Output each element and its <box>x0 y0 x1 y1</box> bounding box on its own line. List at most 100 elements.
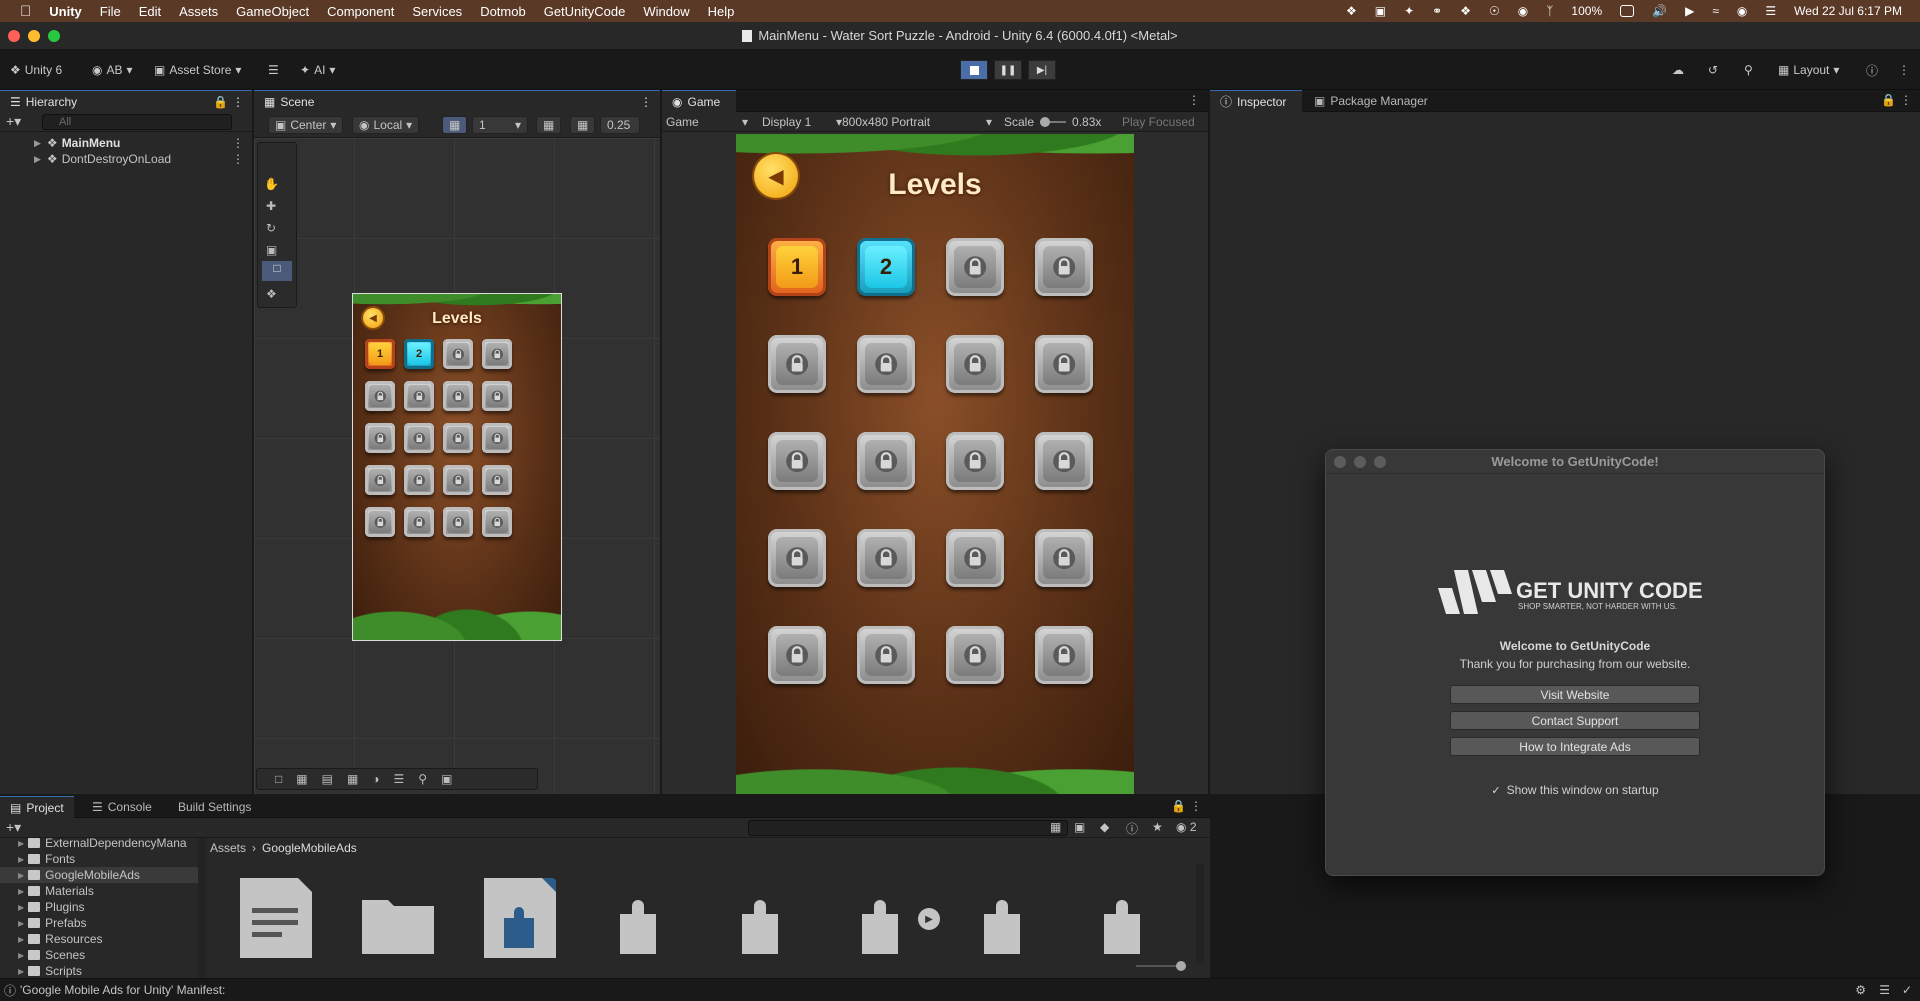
search-button[interactable]: ⚲ <box>1744 60 1753 80</box>
locked-level-button[interactable] <box>1035 335 1093 393</box>
scene-canvas-preview[interactable]: ◀ Levels 12 <box>352 293 562 641</box>
search-icon[interactable]: ⚲ <box>418 772 427 786</box>
locked-level-button[interactable] <box>946 529 1004 587</box>
game-mode-dropdown[interactable]: Game ▾ <box>666 115 748 129</box>
more-icon[interactable]: ⋮ <box>232 152 244 166</box>
locked-level-button[interactable] <box>857 626 915 684</box>
locked-level-button[interactable] <box>768 335 826 393</box>
tab-project[interactable]: ▤ Project <box>0 796 74 818</box>
rect-icon[interactable]: □ <box>275 772 282 786</box>
view-tool-icon[interactable]: ✋ <box>264 177 279 191</box>
add-icon[interactable]: +▾ <box>6 819 21 836</box>
locked-level-button[interactable] <box>365 507 395 537</box>
dropbox-icon[interactable]: ❖ <box>1460 4 1471 18</box>
level-button[interactable]: 2 <box>404 339 434 369</box>
stack-icon[interactable]: ☰ <box>1879 983 1890 997</box>
shading-icon[interactable]: ◑ <box>372 772 379 786</box>
how-to-integrate-ads-button[interactable]: How to Integrate Ads <box>1450 737 1700 756</box>
contact-support-button[interactable]: Contact Support <box>1450 711 1700 730</box>
volume-icon[interactable]: 🔊 <box>1652 4 1667 18</box>
ai-dropdown[interactable]: ✦ AI ▾ <box>300 60 335 80</box>
tag-icon[interactable]: ◆ <box>1100 820 1109 834</box>
more-icon[interactable]: ⋮ <box>232 95 244 109</box>
modal-minimize-button[interactable] <box>1354 456 1366 468</box>
locked-level-button[interactable] <box>404 423 434 453</box>
transform-tool-icon[interactable]: ❖ <box>266 287 277 301</box>
asset-plugin-selected-icon[interactable] <box>484 878 556 958</box>
layers-icon[interactable]: ☰ <box>394 772 405 786</box>
increment-snap-toggle[interactable]: ▦ <box>570 116 596 134</box>
snap-value-field[interactable]: 0.25 <box>600 116 640 134</box>
locked-level-button[interactable] <box>365 423 395 453</box>
zoom-slider[interactable] <box>1136 961 1186 971</box>
asset-plugin-icon[interactable] <box>606 878 678 958</box>
level-button[interactable]: 1 <box>365 339 395 369</box>
rotate-tool-icon[interactable]: ↻ <box>266 221 276 235</box>
layout-icon[interactable]: ▤ <box>322 772 333 786</box>
bag-status-icon[interactable]: ▣ <box>1375 4 1386 18</box>
user-icon[interactable]: ◉ <box>1737 4 1747 18</box>
step-button[interactable]: ▶| <box>1028 60 1056 80</box>
breadcrumb-assets[interactable]: Assets <box>210 841 246 855</box>
collider-icon[interactable]: ▦ <box>296 772 307 786</box>
asset-plugin-icon[interactable] <box>848 878 920 958</box>
grid-icon[interactable]: ▦ <box>347 772 358 786</box>
project-folder-item[interactable]: ▶ Resources <box>0 931 198 947</box>
locked-level-button[interactable] <box>404 381 434 411</box>
locked-level-button[interactable] <box>482 465 512 495</box>
unity-status-icon[interactable]: ❖ <box>1346 4 1357 18</box>
account-dropdown[interactable]: ◉ AB ▾ <box>92 60 133 80</box>
star-icon[interactable]: ★ <box>1152 820 1163 834</box>
locked-level-button[interactable] <box>1035 238 1093 296</box>
hierarchy-row-dontdestroyonload[interactable]: ▶ ❖ DontDestroyOnLoad ⋮ <box>0 151 252 167</box>
foldout-arrow-icon[interactable]: ▶ <box>18 839 24 848</box>
grid-toggle[interactable]: ▦ <box>442 116 468 134</box>
locked-level-button[interactable] <box>857 529 915 587</box>
show-on-startup-row[interactable]: ✓ Show this window on startup <box>1326 783 1824 797</box>
locked-level-button[interactable] <box>946 432 1004 490</box>
hierarchy-search-input[interactable]: All <box>42 114 232 130</box>
locked-level-button[interactable] <box>404 507 434 537</box>
hierarchy-row-mainmenu[interactable]: ▶ ❖ MainMenu ⋮ <box>0 135 252 151</box>
tab-build-settings[interactable]: Build Settings <box>168 796 261 818</box>
close-window-button[interactable] <box>8 30 20 42</box>
project-folder-item[interactable]: ▶ Scripts <box>0 963 198 978</box>
locked-level-button[interactable] <box>946 238 1004 296</box>
project-folder-item[interactable]: ▶ Materials <box>0 883 198 899</box>
locked-level-button[interactable] <box>365 381 395 411</box>
play-preview-icon[interactable]: ▶ <box>918 908 940 930</box>
locked-level-button[interactable] <box>365 465 395 495</box>
tab-console[interactable]: ☰ Console <box>82 796 162 818</box>
clock[interactable]: Wed 22 Jul 6:17 PM <box>1794 4 1902 18</box>
lock-icon[interactable]: 🔒 <box>213 95 228 109</box>
locked-level-button[interactable] <box>482 381 512 411</box>
menu-help[interactable]: Help <box>708 4 735 19</box>
wifi-icon[interactable]: ≈ <box>1712 4 1719 18</box>
locked-level-button[interactable] <box>768 432 826 490</box>
modal-zoom-button[interactable] <box>1374 456 1386 468</box>
more-icon[interactable]: ⋮ <box>1900 93 1912 107</box>
grammarly-icon[interactable]: ◉ <box>1518 4 1528 18</box>
history-button[interactable]: ↺ <box>1708 60 1718 80</box>
asset-store-dropdown[interactable]: ▣ Asset Store ▾ <box>154 60 241 80</box>
more-icon[interactable]: ⋮ <box>1190 799 1202 813</box>
menu-dotmob[interactable]: Dotmob <box>480 4 526 19</box>
status-message[interactable]: 'Google Mobile Ads for Unity' Manifest: <box>20 983 225 997</box>
tab-scene[interactable]: ▦ Scene ⋮ <box>254 90 660 112</box>
project-folder-item[interactable]: ▶ ExternalDependencyMana <box>0 838 198 851</box>
menu-app-unity[interactable]: Unity <box>49 4 82 19</box>
rect-tool-icon[interactable]: □ <box>262 261 292 281</box>
locked-level-button[interactable] <box>443 339 473 369</box>
apple-icon[interactable]:  <box>20 3 31 20</box>
locked-level-button[interactable] <box>768 529 826 587</box>
menu-getunitycode[interactable]: GetUnityCode <box>544 4 626 19</box>
menu-window[interactable]: Window <box>643 4 689 19</box>
project-folder-item[interactable]: ▶ Fonts <box>0 851 198 867</box>
asset-plugin-icon[interactable] <box>1090 878 1162 958</box>
locked-level-button[interactable] <box>443 381 473 411</box>
more-icon[interactable]: ⋮ <box>640 95 652 109</box>
locked-level-button[interactable] <box>946 335 1004 393</box>
locked-level-button[interactable] <box>404 465 434 495</box>
bluetooth-icon[interactable]: ᛉ <box>1546 4 1553 18</box>
play-focused-dropdown[interactable]: Play Focused <box>1122 115 1195 129</box>
